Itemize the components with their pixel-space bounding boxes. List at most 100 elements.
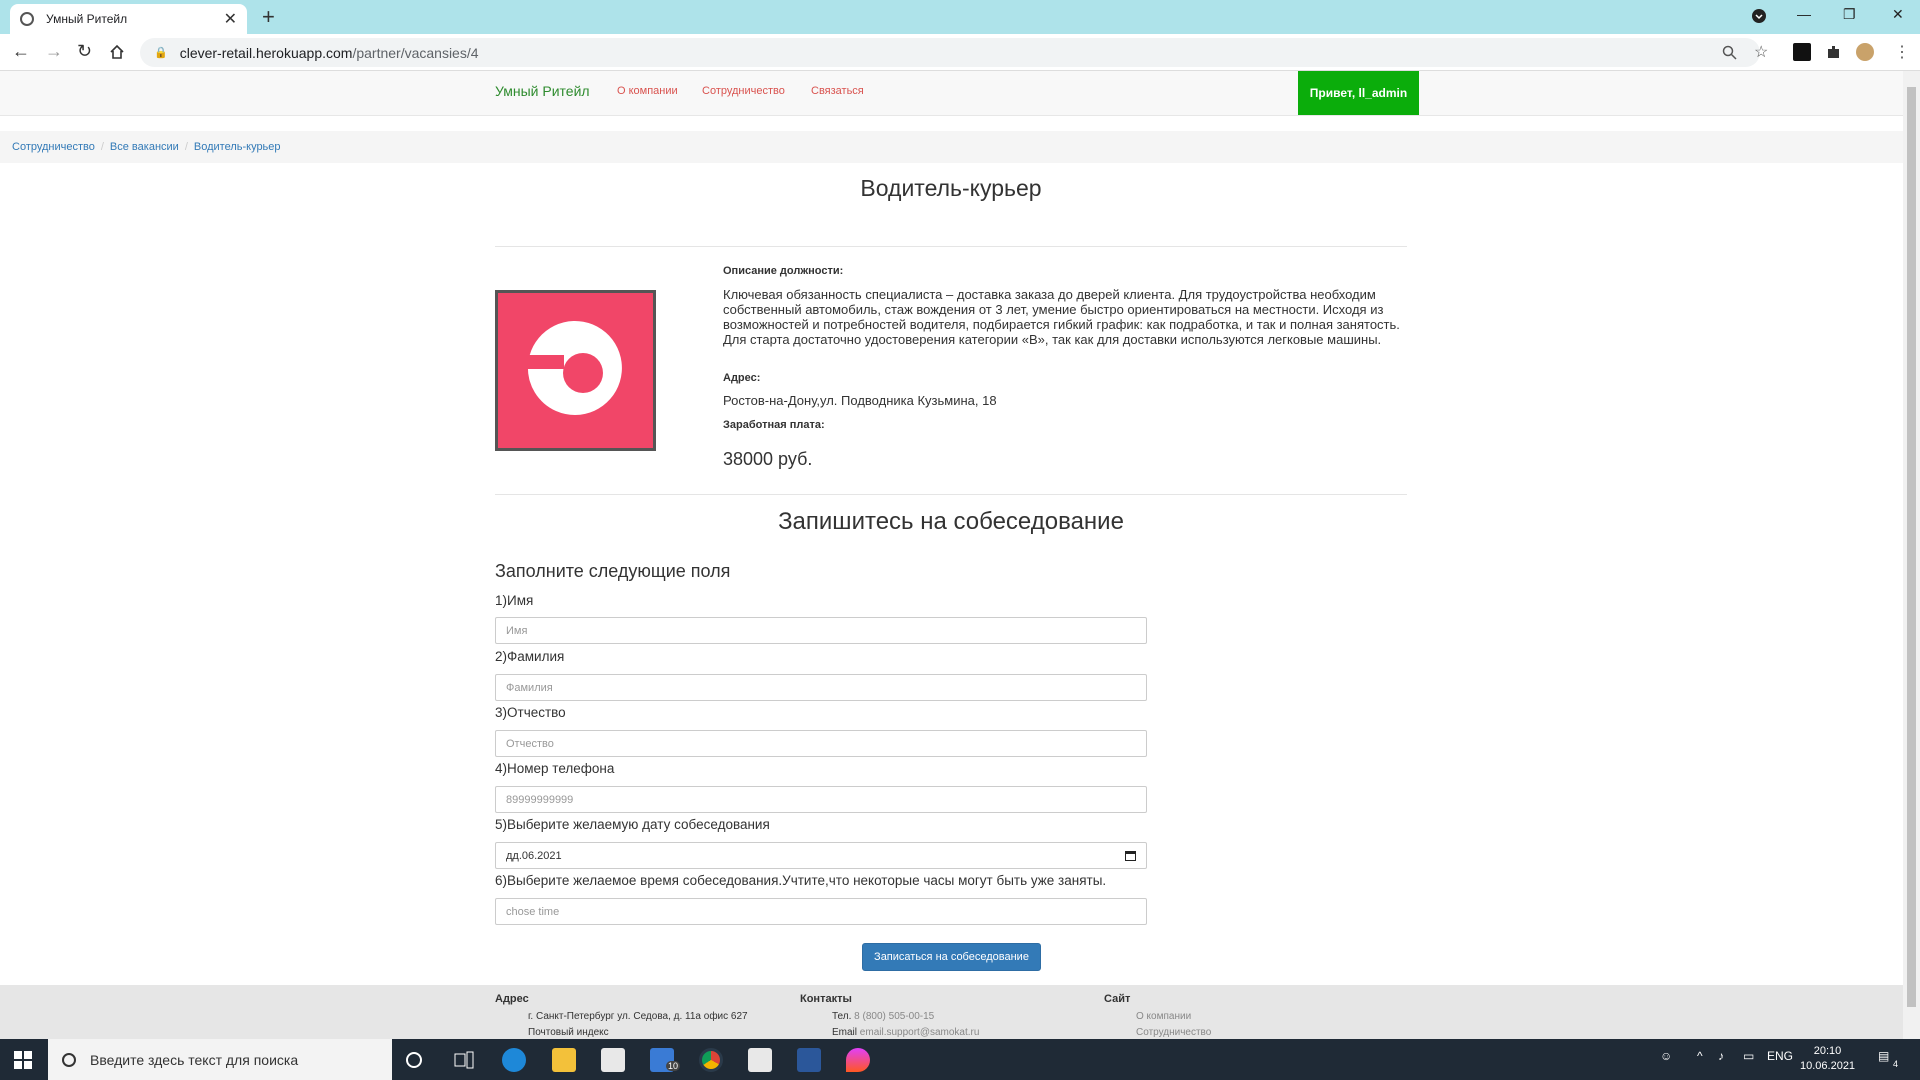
field-label-patronymic: 3)Отчество — [495, 705, 566, 720]
submit-interview-button[interactable]: Записаться на собеседование — [862, 943, 1041, 971]
tab-close-icon[interactable]: ✕ — [224, 9, 237, 29]
page-scrollbar[interactable] — [1903, 71, 1920, 1039]
calendar-icon[interactable] — [1125, 850, 1136, 861]
salary-label: Заработная плата: — [723, 419, 825, 431]
edge-icon[interactable] — [502, 1048, 526, 1072]
footer-link-cooperation[interactable]: Сотрудничество — [1136, 1027, 1211, 1038]
notepad-icon[interactable] — [601, 1048, 625, 1072]
field-label-surname: 2)Фамилия — [495, 649, 565, 664]
patronymic-input[interactable] — [506, 737, 1136, 750]
nav-cooperation[interactable]: Сотрудничество — [702, 85, 785, 97]
forward-icon[interactable]: → — [45, 41, 63, 62]
notifications-badge: 4 — [1893, 1059, 1899, 1069]
time-input[interactable] — [506, 905, 1136, 918]
vacancy-address: Ростов-на-Дону,ул. Подводника Кузьмина, … — [723, 393, 997, 408]
reload-icon[interactable]: ↻ — [77, 41, 92, 62]
patronymic-field[interactable] — [495, 730, 1147, 757]
first-name-input[interactable] — [506, 624, 1136, 637]
footer-address-heading: Адрес — [495, 993, 529, 1005]
extension-sh-icon[interactable] — [1793, 43, 1811, 61]
profile-menu-icon[interactable] — [1752, 9, 1766, 23]
footer-contacts-heading: Контакты — [800, 993, 852, 1005]
cortana-icon[interactable] — [405, 1051, 423, 1069]
clock-time: 20:10 — [1813, 1045, 1842, 1057]
restore-button[interactable]: ❐ — [1843, 6, 1856, 23]
site-brand[interactable]: Умный Ритейл — [495, 83, 590, 99]
last-name-field[interactable] — [495, 674, 1147, 701]
field-label-name: 1)Имя — [495, 593, 534, 608]
footer-link-about[interactable]: О компании — [1136, 1011, 1191, 1022]
phone-input[interactable] — [506, 793, 1136, 806]
browser-tab[interactable]: Умный Ритейл ✕ — [10, 4, 247, 34]
favicon-icon — [20, 12, 34, 26]
form-heading: Запишитесь на собеседование — [778, 508, 1124, 535]
time-field[interactable] — [495, 898, 1147, 925]
footer-phone-value[interactable]: 8 (800) 505-00-15 — [854, 1011, 934, 1022]
company-logo — [495, 290, 656, 451]
address-label: Адрес: — [723, 372, 761, 384]
footer-phone-label: Тел. — [832, 1011, 852, 1022]
close-window-button[interactable]: ✕ — [1892, 6, 1904, 23]
footer-site-heading: Сайт — [1104, 993, 1131, 1005]
minimize-button[interactable]: — — [1797, 6, 1811, 22]
paint-icon[interactable] — [846, 1048, 870, 1072]
clock-date: 10.06.2021 — [1800, 1060, 1856, 1072]
language-indicator[interactable]: ENG — [1767, 1049, 1793, 1063]
file-explorer-icon[interactable] — [552, 1048, 576, 1072]
network-icon[interactable]: ▭ — [1743, 1049, 1754, 1063]
zoom-icon[interactable] — [1722, 45, 1737, 60]
user-greeting-button[interactable]: Привет, ll_admin — [1298, 71, 1419, 115]
menu-dots-icon[interactable]: ⋮ — [1894, 42, 1910, 62]
url-host: clever-retail.herokuapp.com — [179, 44, 353, 61]
first-name-field[interactable] — [495, 617, 1147, 644]
task-view-icon[interactable] — [454, 1051, 474, 1069]
tab-title: Умный Ритейл — [46, 12, 128, 26]
vacancy-salary: 38000 руб. — [723, 449, 813, 469]
site-navbar: Умный Ритейл О компании Сотрудничество С… — [0, 71, 1903, 116]
footer-address-line: г. Санкт-Петербург ул. Седова, д. 11а оф… — [528, 1011, 748, 1022]
breadcrumb-current[interactable]: Водитель-курьер — [194, 141, 281, 153]
browser-tabbar: Умный Ритейл ✕ + — ❐ ✕ — [0, 0, 1920, 34]
scrollbar-thumb[interactable] — [1907, 87, 1916, 1007]
notifications-icon[interactable]: ▤ — [1878, 1049, 1889, 1063]
back-icon[interactable]: ← — [12, 41, 30, 62]
taskbar-search-placeholder: Введите здесь текст для поиска — [90, 1051, 299, 1068]
people-icon[interactable]: ☺ — [1660, 1049, 1672, 1063]
form-subheading: Заполните следующие поля — [495, 561, 731, 581]
nav-contact[interactable]: Связаться — [811, 85, 864, 97]
word-icon[interactable] — [797, 1048, 821, 1072]
chrome-icon[interactable] — [699, 1048, 723, 1072]
field-label-date: 5)Выберите желаемую дату собеседования — [495, 817, 770, 832]
footer-email-value[interactable]: email.support@samokat.ru — [860, 1027, 980, 1038]
user-avatar-icon[interactable] — [1856, 43, 1874, 61]
vacancy-title: Водитель-курьер — [860, 175, 1042, 201]
volume-icon[interactable]: ♪ — [1718, 1049, 1724, 1063]
new-tab-button[interactable]: + — [262, 4, 275, 30]
browser-toolbar: ← → ↻ 🔒 clever-retail.herokuapp.com/part… — [0, 34, 1920, 71]
date-field[interactable]: дд.06.2021 — [495, 842, 1147, 869]
breadcrumb-all-vacancies[interactable]: Все вакансии — [110, 141, 179, 153]
url-path: /partner/vacansies/4 — [352, 44, 479, 61]
date-value: дд.06.2021 — [506, 849, 562, 862]
site-footer: Адрес г. Санкт-Петербург ул. Седова, д. … — [0, 985, 1903, 1039]
samokat-logo-icon — [524, 320, 622, 415]
page-viewport: Умный Ритейл О компании Сотрудничество С… — [0, 71, 1903, 1039]
address-bar[interactable]: 🔒 clever-retail.herokuapp.com/partner/va… — [140, 38, 1760, 67]
bookmark-star-icon[interactable]: ☆ — [1754, 42, 1768, 62]
taskbar-search[interactable]: Введите здесь текст для поиска — [48, 1039, 392, 1080]
breadcrumb-cooperation[interactable]: Сотрудничество — [12, 141, 95, 153]
taskbar-clock[interactable]: 20:10 10.06.2021 — [1800, 1044, 1855, 1074]
nav-about[interactable]: О компании — [617, 85, 678, 97]
footer-postcode: Почтовый индекс — [528, 1027, 609, 1038]
store-icon[interactable] — [748, 1048, 772, 1072]
extensions-puzzle-icon[interactable] — [1825, 43, 1843, 61]
windows-start-icon[interactable] — [14, 1051, 32, 1069]
footer-email-label: Email — [832, 1027, 858, 1038]
phone-field[interactable] — [495, 786, 1147, 813]
tray-overflow-icon[interactable]: ^ — [1697, 1049, 1703, 1063]
last-name-input[interactable] — [506, 681, 1136, 694]
field-label-phone: 4)Номер телефона — [495, 761, 615, 776]
description-label: Описание должности: — [723, 265, 844, 277]
vacancy-description: Ключевая обязанность специалиста – доста… — [723, 287, 1400, 347]
home-icon[interactable] — [109, 44, 125, 60]
